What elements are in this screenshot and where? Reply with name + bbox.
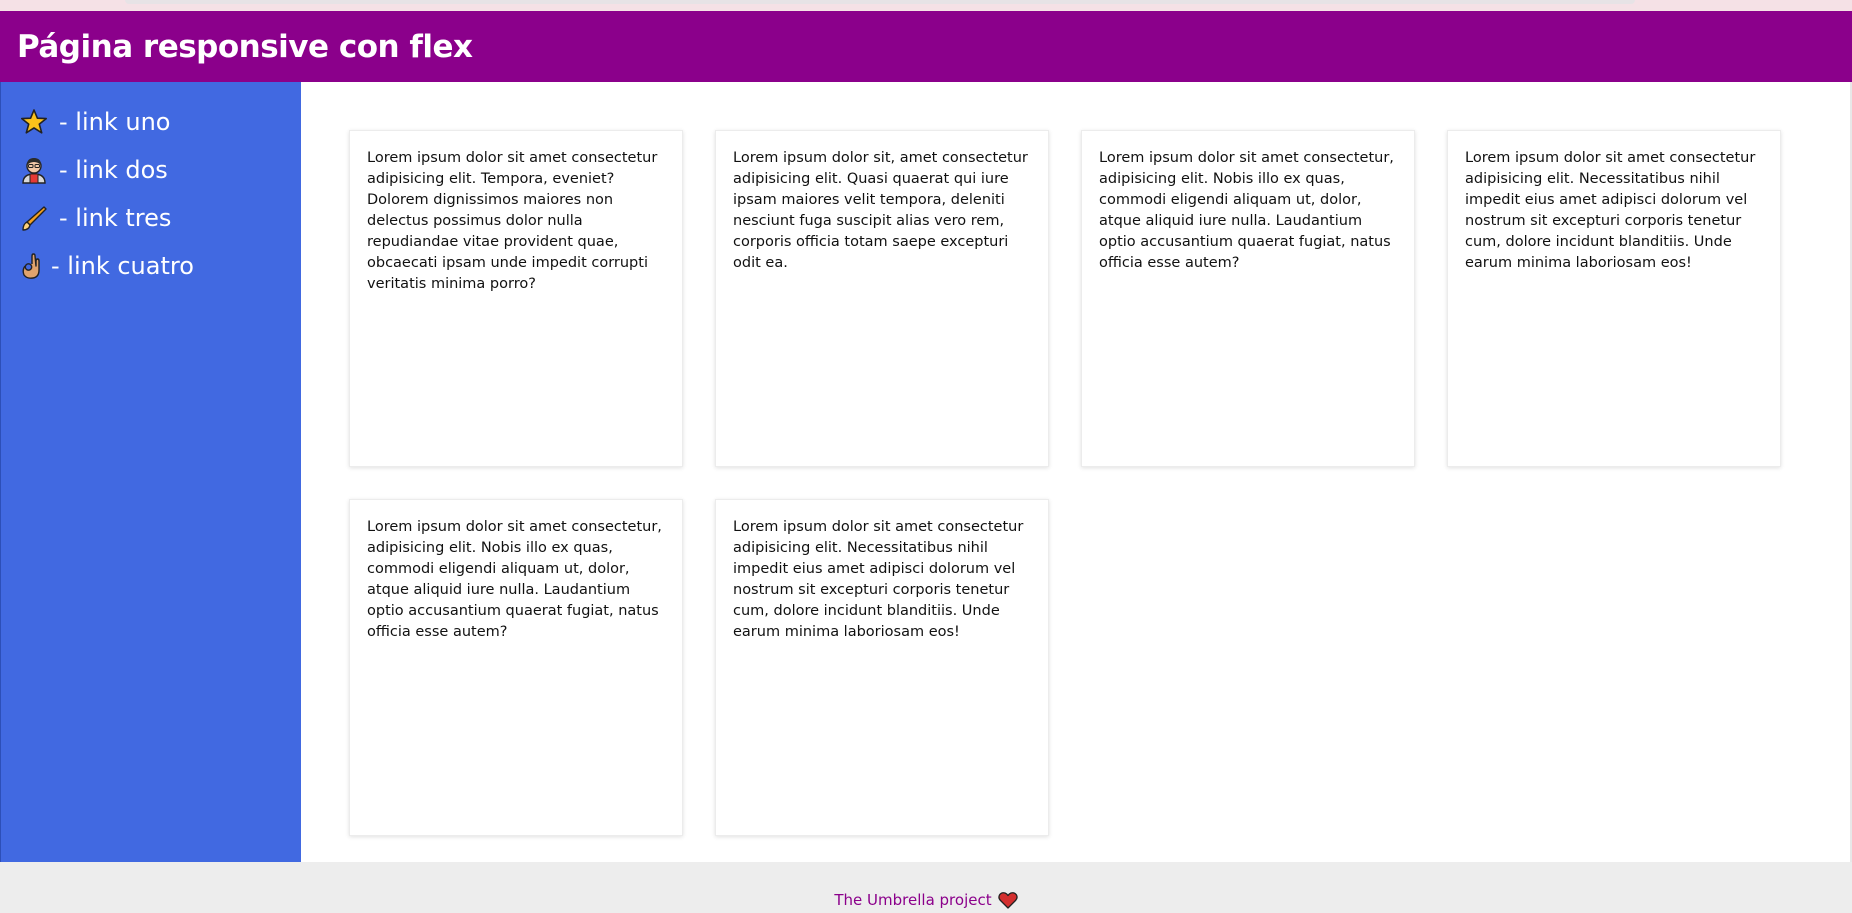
sidebar-item-link-cuatro[interactable]: - link cuatro bbox=[1, 242, 301, 290]
sidebar-item-label: - link tres bbox=[59, 204, 172, 232]
sidebar-item-link-dos[interactable]: - link dos bbox=[1, 146, 301, 194]
sidebar-item-link-uno[interactable]: - link uno bbox=[1, 98, 301, 146]
content-card: Lorem ipsum dolor sit, amet consectetur … bbox=[715, 130, 1049, 467]
content-card: Lorem ipsum dolor sit amet consectetur, … bbox=[1081, 130, 1415, 467]
sidebar-item-label: - link uno bbox=[59, 108, 171, 136]
page-header: Página responsive con flex bbox=[0, 11, 1852, 82]
sidebar: - link uno - link dos - link tres - link… bbox=[0, 82, 301, 862]
browser-top-strip bbox=[0, 0, 1852, 11]
content-card: Lorem ipsum dolor sit amet consectetur a… bbox=[715, 499, 1049, 836]
content-card: Lorem ipsum dolor sit amet consectetur, … bbox=[349, 499, 683, 836]
main-content: Lorem ipsum dolor sit amet consectetur a… bbox=[301, 82, 1852, 862]
sidebar-item-link-tres[interactable]: - link tres bbox=[1, 194, 301, 242]
footer-link-label: The Umbrella project bbox=[834, 891, 992, 909]
footer-link[interactable]: The Umbrella project bbox=[834, 891, 1018, 909]
heart-icon bbox=[997, 891, 1018, 909]
browser-tab-edge bbox=[125, 0, 1635, 4]
star-icon bbox=[19, 107, 49, 137]
sidebar-item-label: - link cuatro bbox=[51, 252, 194, 280]
content-card: Lorem ipsum dolor sit amet consectetur a… bbox=[1447, 130, 1781, 467]
ok-hand-icon bbox=[19, 251, 43, 281]
page-footer: The Umbrella project bbox=[0, 862, 1852, 913]
person-icon bbox=[19, 155, 49, 185]
sidebar-item-label: - link dos bbox=[59, 156, 168, 184]
page-title: Página responsive con flex bbox=[17, 28, 473, 65]
brush-icon bbox=[19, 203, 49, 233]
content-card: Lorem ipsum dolor sit amet consectetur a… bbox=[349, 130, 683, 467]
